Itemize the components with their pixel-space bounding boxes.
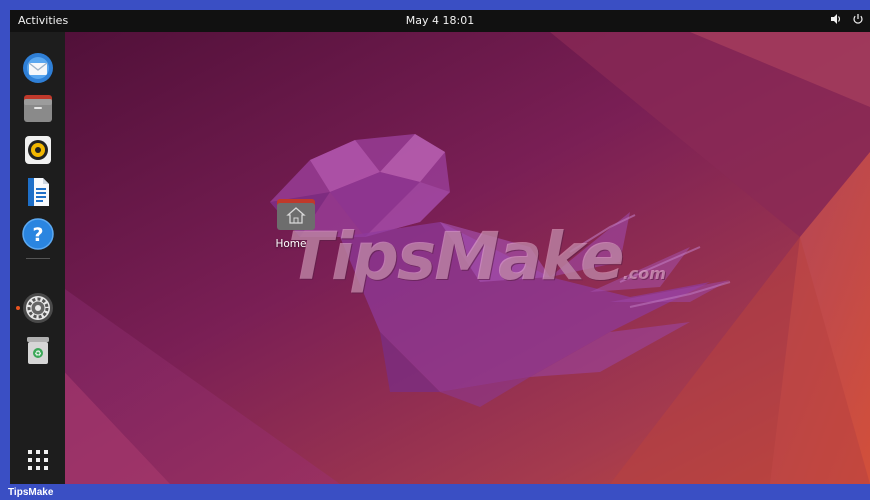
- running-indicator: [16, 306, 20, 310]
- clock[interactable]: May 4 18:01: [406, 14, 474, 27]
- svg-text:♻: ♻: [34, 349, 41, 358]
- dock-item-thunderbird[interactable]: [22, 52, 54, 84]
- dock-separator: [26, 258, 50, 259]
- top-bar: Activities May 4 18:01: [10, 10, 870, 32]
- activities-button[interactable]: Activities: [18, 14, 68, 27]
- volume-icon[interactable]: [830, 13, 842, 25]
- files-folder-icon: [24, 95, 52, 122]
- dock: ? ♻: [10, 32, 65, 484]
- home-folder-icon: [276, 199, 315, 230]
- dock-item-help[interactable]: ?: [22, 218, 54, 250]
- caption-text: TipsMake: [8, 487, 54, 498]
- thunderbird-mail-icon: [23, 53, 53, 83]
- screen-frame: Home TipsMake.com Activities May 4 18:01: [10, 10, 870, 484]
- trash-recycle-icon: ♻: [27, 337, 49, 364]
- show-applications-button[interactable]: [22, 444, 54, 476]
- dock-item-rhythmbox[interactable]: [22, 134, 54, 166]
- desktop[interactable]: Home TipsMake.com: [10, 32, 870, 484]
- home-label: Home: [275, 238, 307, 250]
- home-shortcut[interactable]: Home: [262, 197, 320, 250]
- dock-item-writer[interactable]: [22, 176, 54, 208]
- system-tray[interactable]: [830, 13, 864, 25]
- writer-document-icon: [28, 178, 49, 206]
- settings-gear-icon: [23, 293, 53, 323]
- jellyfish-wallpaper: [10, 32, 870, 484]
- dock-item-trash[interactable]: ♻: [22, 334, 54, 366]
- dock-item-settings[interactable]: [22, 292, 54, 324]
- svg-text:?: ?: [32, 224, 43, 246]
- dock-item-files[interactable]: [22, 92, 54, 124]
- help-question-icon: ?: [22, 218, 54, 250]
- app-grid-icon: [28, 450, 48, 470]
- rhythmbox-speaker-icon: [25, 136, 51, 164]
- power-icon[interactable]: [852, 13, 864, 25]
